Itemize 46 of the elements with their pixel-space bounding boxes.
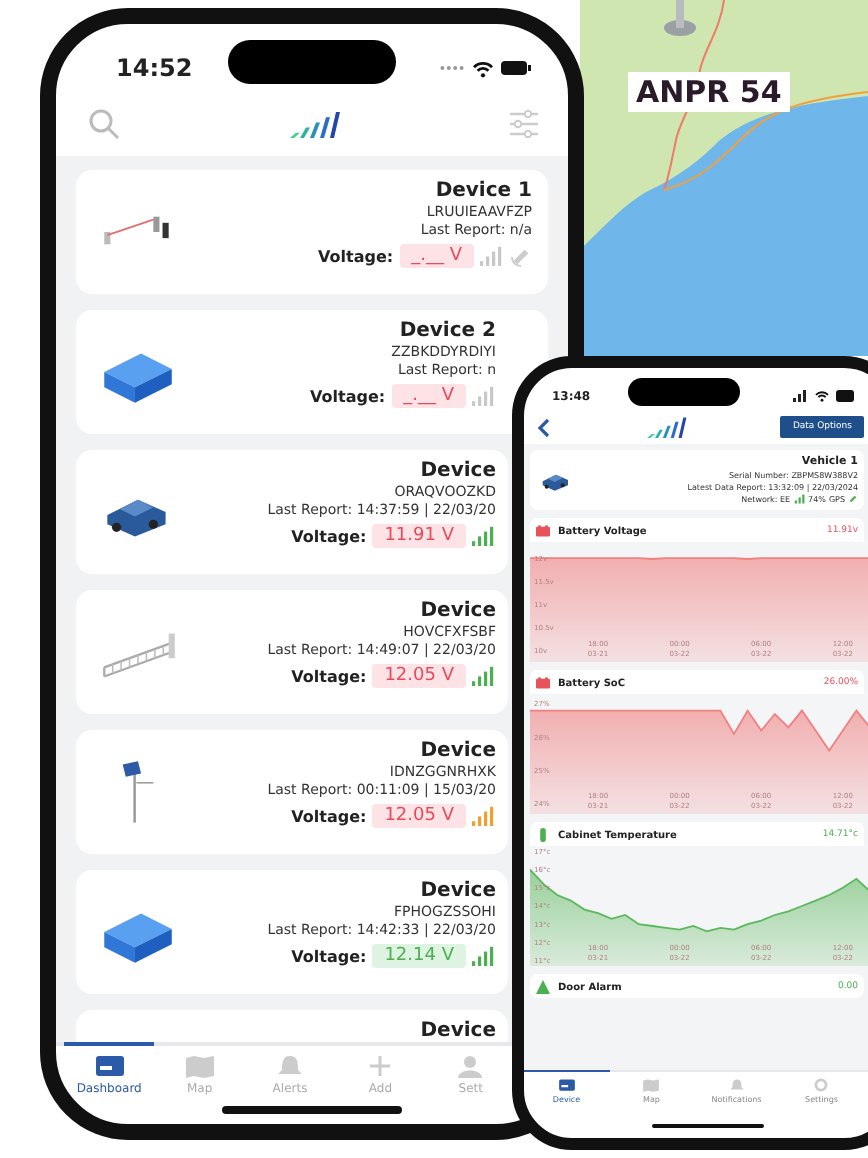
search-icon[interactable] [88, 108, 120, 140]
voltage-label: Voltage: [291, 667, 367, 685]
voltage-value: _.__ V [391, 384, 466, 408]
voltage-label: Voltage: [291, 947, 367, 965]
battery-icon [836, 390, 856, 402]
device-title: Device 1 [435, 180, 532, 202]
home-indicator [652, 1123, 764, 1128]
logo-icon [286, 110, 342, 138]
wifi-icon [472, 59, 494, 77]
voltage-label: Voltage: [291, 527, 367, 545]
device-title: Device [420, 600, 496, 622]
voltage-value: 12.05 V [372, 804, 466, 828]
satellite-icon [510, 245, 532, 267]
map-marker-label: ANPR 54 [628, 72, 790, 112]
logo-icon [644, 416, 689, 438]
device-title: Device [420, 880, 496, 902]
voltage-value: 11.91 V [372, 524, 466, 548]
dashboard-icon [93, 1054, 126, 1078]
map-icon [183, 1054, 216, 1078]
signal-icon [792, 390, 808, 402]
voltage-label: Voltage: [310, 387, 386, 405]
battery-icon [500, 60, 532, 76]
device-title: Device [420, 460, 496, 482]
voltage-value: 12.05 V [372, 664, 466, 688]
signal-icon [793, 494, 806, 504]
person-icon [454, 1054, 487, 1078]
wifi-icon [814, 390, 830, 402]
filter-icon[interactable] [508, 110, 540, 138]
voltage-label: Voltage: [318, 247, 394, 265]
voltage-value: 12.14 V [372, 944, 466, 968]
device-title: Device [420, 1020, 496, 1042]
map-icon [642, 1077, 661, 1091]
bell-icon [274, 1054, 306, 1078]
device-card[interactable]: Device [76, 1010, 508, 1042]
device-icon [557, 1077, 576, 1091]
satellite-icon [848, 494, 858, 504]
device-title: Device 2 [399, 320, 496, 342]
voltage-label: Voltage: [291, 807, 367, 825]
camera-notch [628, 378, 740, 406]
voltage-value: _.__ V [399, 244, 474, 268]
back-icon[interactable] [536, 417, 552, 437]
signal-dots-icon [438, 64, 466, 72]
bell-icon [727, 1077, 746, 1091]
device-title: Device [420, 740, 496, 762]
status-time: 14:52 [116, 54, 193, 82]
settings-icon [812, 1077, 831, 1091]
